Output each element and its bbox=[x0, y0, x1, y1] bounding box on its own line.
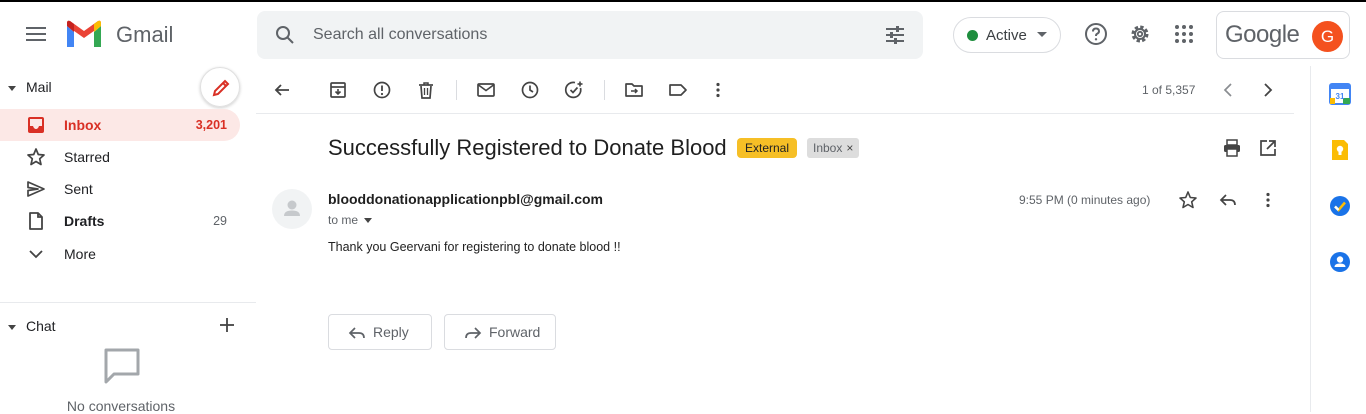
sidebar-item-drafts[interactable]: Drafts 29 bbox=[0, 205, 240, 237]
sidebar-item-label: Drafts bbox=[64, 213, 105, 229]
external-tag: External bbox=[737, 138, 798, 158]
toolbar-separator bbox=[604, 80, 605, 100]
caret-down-icon bbox=[1037, 32, 1047, 37]
account-box[interactable]: Google G bbox=[1216, 11, 1350, 59]
mail-section-header[interactable]: Mail bbox=[8, 79, 52, 95]
add-task-icon[interactable] bbox=[564, 80, 584, 100]
message-body: Thank you Geervani for registering to do… bbox=[328, 240, 621, 254]
message-subject: Successfully Registered to Donate Blood bbox=[328, 135, 727, 160]
more-vert-icon[interactable] bbox=[1258, 190, 1278, 210]
inbox-icon bbox=[28, 117, 44, 133]
report-spam-icon[interactable] bbox=[372, 80, 392, 100]
app-header: Gmail Active Google G bbox=[0, 2, 1366, 66]
contacts-icon[interactable] bbox=[1329, 251, 1351, 273]
reply-label: Reply bbox=[373, 324, 409, 340]
pagination-text: 1 of 5,357 bbox=[1142, 83, 1196, 97]
settings-gear-icon[interactable] bbox=[1128, 22, 1152, 46]
forward-icon bbox=[465, 327, 482, 339]
reply-icon[interactable] bbox=[1218, 190, 1238, 210]
chat-section-label: Chat bbox=[26, 318, 56, 334]
collapse-icon bbox=[8, 324, 16, 330]
message-toolbar: 1 of 5,357 bbox=[256, 66, 1294, 114]
chevron-left-icon[interactable] bbox=[1218, 80, 1238, 100]
delete-icon[interactable] bbox=[416, 80, 436, 100]
compose-button[interactable] bbox=[200, 67, 240, 107]
move-to-icon[interactable] bbox=[624, 80, 644, 100]
sidebar-item-more[interactable]: More bbox=[0, 238, 240, 270]
add-chat-icon[interactable] bbox=[217, 315, 237, 335]
message-timestamp: 9:55 PM (0 minutes ago) bbox=[1019, 193, 1151, 207]
search-icon[interactable] bbox=[273, 23, 297, 47]
status-label: Active bbox=[986, 27, 1027, 44]
search-bar bbox=[257, 11, 923, 59]
sidebar-item-label: Starred bbox=[64, 149, 110, 165]
sidebar: Mail Inbox 3,201 Starred Sent Drafts 29 … bbox=[0, 66, 256, 414]
app-name: Gmail bbox=[116, 22, 174, 47]
apps-grid-icon[interactable] bbox=[1172, 22, 1196, 46]
show-details-icon[interactable] bbox=[364, 218, 373, 224]
side-panel-rail: 31 bbox=[1310, 66, 1366, 412]
chevron-down-icon bbox=[29, 250, 43, 259]
recipient-text: to me bbox=[328, 213, 359, 227]
sidebar-item-inbox[interactable]: Inbox 3,201 bbox=[0, 109, 240, 141]
chat-section-header[interactable]: Chat bbox=[8, 318, 56, 334]
sender-avatar[interactable] bbox=[272, 189, 312, 229]
hamburger-icon bbox=[26, 27, 46, 41]
toolbar-separator bbox=[456, 80, 457, 100]
sidebar-item-sent[interactable]: Sent bbox=[0, 173, 240, 205]
star-icon[interactable] bbox=[1178, 190, 1198, 210]
help-icon[interactable] bbox=[1084, 22, 1108, 46]
status-dropdown[interactable]: Active bbox=[953, 17, 1061, 53]
label-icon[interactable] bbox=[668, 80, 688, 100]
keep-icon[interactable] bbox=[1329, 139, 1351, 161]
open-in-new-window-icon[interactable] bbox=[1258, 138, 1278, 158]
gmail-logo-icon[interactable] bbox=[64, 18, 104, 50]
search-options-icon[interactable] bbox=[883, 23, 907, 47]
mail-section-label: Mail bbox=[26, 79, 52, 95]
sidebar-item-label: Sent bbox=[64, 181, 93, 197]
google-wordmark: Google bbox=[1225, 21, 1300, 48]
main-menu-button[interactable] bbox=[20, 18, 52, 50]
pencil-icon bbox=[212, 79, 230, 97]
draft-icon bbox=[29, 212, 43, 230]
remove-label-icon[interactable]: × bbox=[846, 141, 853, 155]
recipient-line[interactable]: to me bbox=[328, 213, 373, 227]
reply-button[interactable]: Reply bbox=[328, 314, 432, 350]
sent-icon bbox=[27, 181, 45, 197]
inbox-label-chip[interactable]: Inbox × bbox=[807, 138, 860, 158]
snooze-clock-icon[interactable] bbox=[520, 80, 540, 100]
print-icon[interactable] bbox=[1222, 138, 1242, 158]
chevron-right-icon[interactable] bbox=[1258, 80, 1278, 100]
mark-unread-icon[interactable] bbox=[476, 80, 496, 100]
back-arrow-icon[interactable] bbox=[272, 80, 292, 100]
calendar-icon[interactable]: 31 bbox=[1329, 83, 1351, 105]
forward-button[interactable]: Forward bbox=[444, 314, 556, 350]
sidebar-item-label: More bbox=[64, 246, 96, 262]
search-input[interactable] bbox=[313, 23, 853, 47]
inbox-label-text: Inbox bbox=[813, 141, 843, 155]
sidebar-item-starred[interactable]: Starred bbox=[0, 141, 240, 173]
chat-bubble-icon bbox=[104, 348, 140, 384]
forward-label: Forward bbox=[489, 324, 541, 340]
svg-text:31: 31 bbox=[1336, 92, 1345, 101]
draft-count: 29 bbox=[213, 214, 227, 228]
sidebar-divider bbox=[0, 302, 256, 303]
reply-icon bbox=[348, 327, 365, 339]
sender-email[interactable]: blooddonationapplicationpbl@gmail.com bbox=[328, 191, 603, 207]
status-dot bbox=[967, 30, 978, 41]
more-vert-icon[interactable] bbox=[708, 80, 728, 100]
archive-icon[interactable] bbox=[328, 80, 348, 100]
unread-count: 3,201 bbox=[195, 118, 227, 132]
star-icon bbox=[27, 148, 45, 166]
person-icon bbox=[284, 200, 300, 216]
tasks-icon[interactable] bbox=[1329, 195, 1351, 217]
sidebar-item-label: Inbox bbox=[64, 117, 102, 133]
collapse-icon bbox=[8, 85, 16, 91]
avatar[interactable]: G bbox=[1312, 21, 1343, 52]
